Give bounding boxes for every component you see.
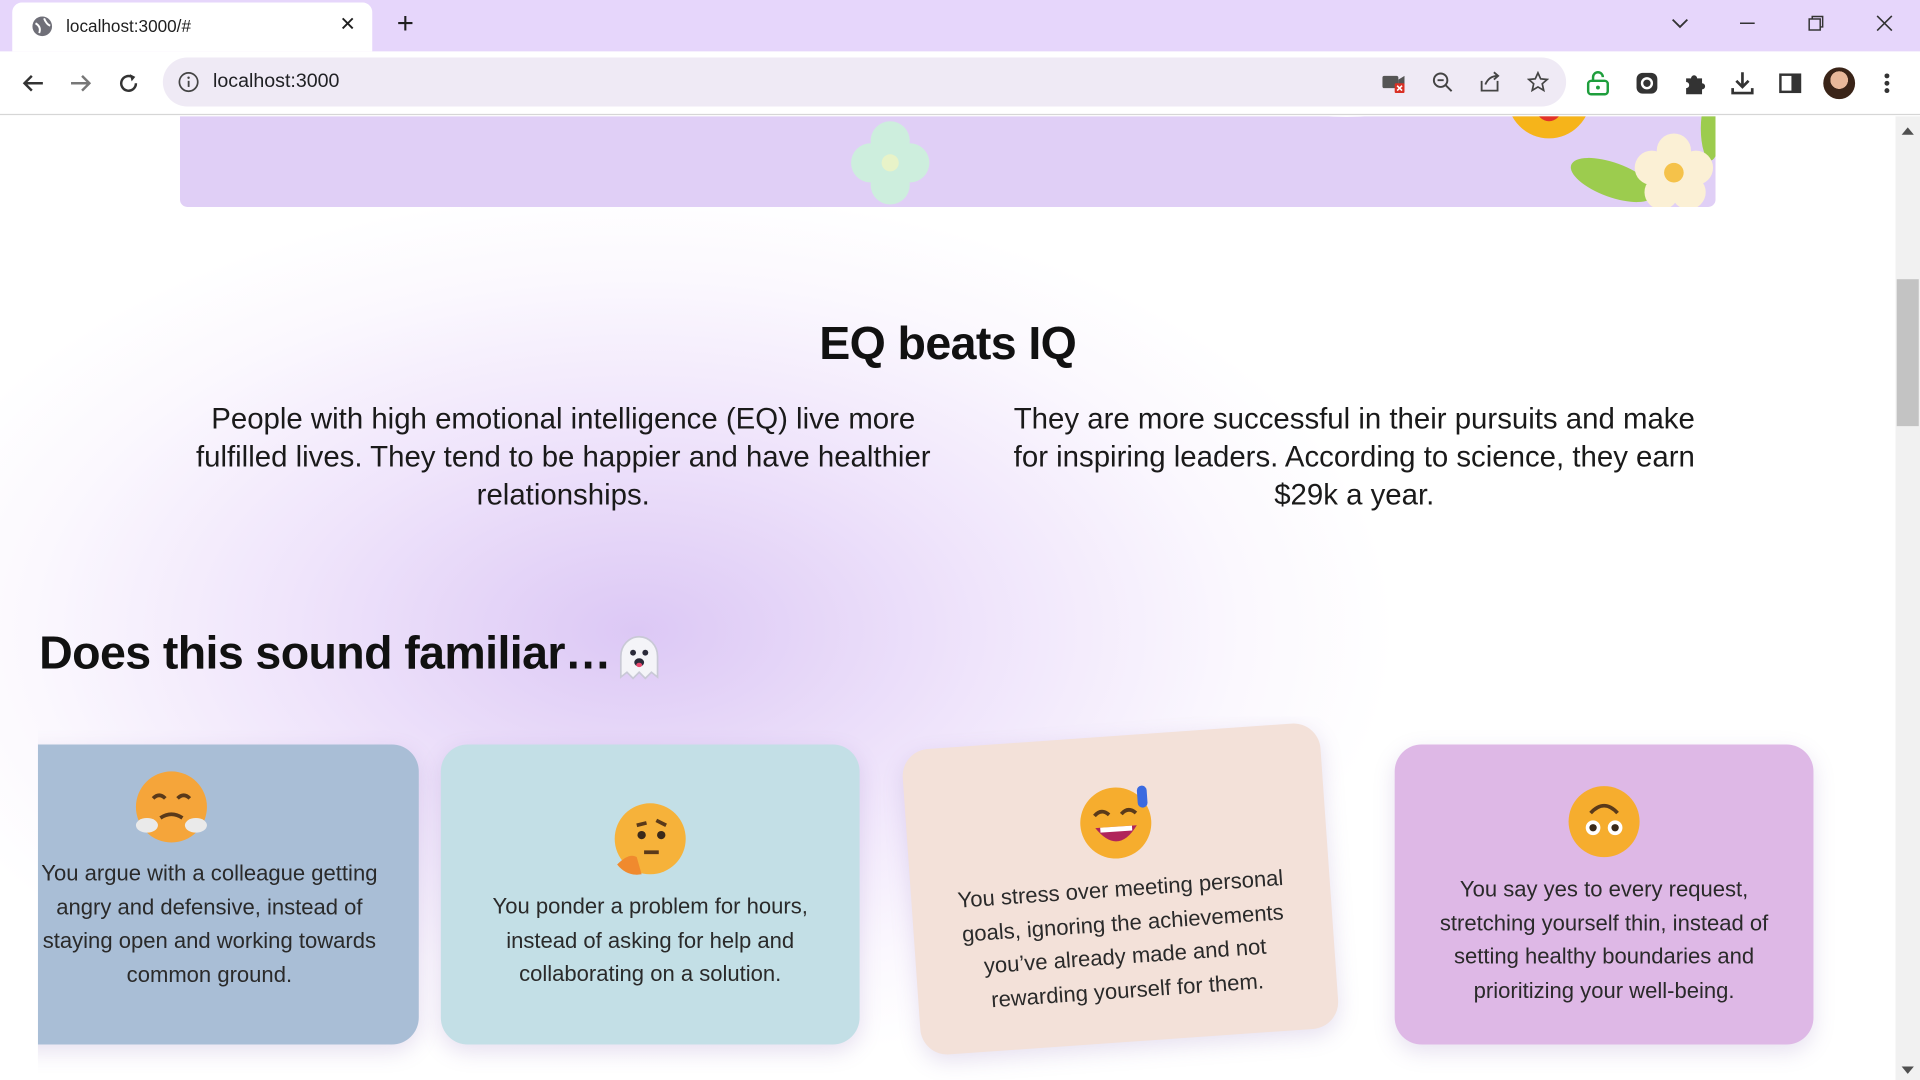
forward-icon[interactable] — [64, 66, 98, 100]
card-text: You ponder a problem for hours, instead … — [492, 893, 808, 986]
reload-icon[interactable] — [111, 66, 145, 100]
scroll-up-icon[interactable] — [1900, 121, 1915, 135]
globe-icon — [32, 16, 53, 37]
flower-icon — [851, 121, 930, 205]
new-tab-button[interactable]: + — [389, 9, 421, 42]
tab-title: localhost:3000/# — [66, 15, 191, 36]
scenario-card[interactable]: You say yes to every request, stretching… — [1394, 744, 1814, 1045]
record-extension-icon[interactable] — [1632, 69, 1661, 98]
back-icon[interactable] — [16, 66, 50, 100]
cards-carousel: You argue with a colleague getting angry… — [37, 716, 1896, 1080]
daisy-icon — [1634, 133, 1714, 207]
scenario-card[interactable]: You stress over meeting personal goals, … — [900, 721, 1340, 1057]
camera-blocked-icon[interactable] — [1381, 70, 1405, 94]
sidepanel-icon[interactable] — [1776, 69, 1805, 98]
scenario-card[interactable]: You argue with a colleague getting angry… — [37, 744, 419, 1045]
download-icon[interactable] — [1728, 69, 1757, 98]
card-text: You say yes to every request, stretching… — [1439, 876, 1769, 1003]
upside-down-face-icon — [1566, 784, 1642, 860]
sweat-smile-face-icon — [1075, 783, 1156, 864]
profile-avatar[interactable] — [1823, 67, 1856, 100]
steaming-face-icon — [133, 769, 209, 845]
tab-search-chevron-icon[interactable] — [1656, 7, 1705, 39]
puzzle-icon[interactable] — [1680, 69, 1709, 98]
familiar-title: Does this sound familiar… — [39, 628, 611, 680]
lock-extension-icon[interactable] — [1583, 69, 1612, 98]
menu-icon[interactable] — [1872, 69, 1901, 98]
star-icon[interactable] — [1526, 70, 1550, 94]
hero-banner — [180, 116, 1716, 207]
browser-toolbar: localhost:3000 — [0, 51, 1920, 116]
card-text: You argue with a colleague getting angry… — [41, 860, 378, 987]
ghost-emoji-icon — [617, 632, 661, 681]
tab-strip: localhost:3000/# ✕ + — [0, 0, 1920, 52]
eq-paragraph-right: They are more successful in their pursui… — [1013, 402, 1695, 512]
scroll-down-icon[interactable] — [1900, 1060, 1915, 1074]
section-title: EQ beats IQ — [819, 318, 1077, 370]
minimize-icon[interactable] — [1723, 7, 1772, 39]
scenario-card[interactable]: You ponder a problem for hours, instead … — [440, 744, 860, 1045]
share-icon[interactable] — [1478, 70, 1502, 94]
address-bar[interactable]: localhost:3000 — [162, 57, 1567, 107]
info-icon[interactable] — [178, 71, 200, 93]
close-window-icon[interactable] — [1860, 7, 1909, 39]
thinking-face-icon — [612, 801, 688, 877]
scrollbar-thumb[interactable] — [1896, 279, 1919, 427]
scrollbar-track[interactable] — [1895, 116, 1920, 1080]
url-text[interactable]: localhost:3000 — [213, 71, 339, 93]
browser-tab[interactable]: localhost:3000/# ✕ — [12, 2, 373, 52]
banner-decoration — [851, 116, 1716, 207]
card-text: You stress over meeting personal goals, … — [956, 865, 1285, 1012]
zoom-out-icon[interactable] — [1430, 70, 1454, 94]
eq-paragraph-left: People with high emotional intelligence … — [195, 402, 931, 512]
page-content: EQ beats IQ People with high emotional i… — [0, 116, 1896, 1080]
tab-close-icon[interactable]: ✕ — [336, 13, 360, 37]
restore-icon[interactable] — [1791, 7, 1840, 39]
emoji-partial-icon — [1512, 116, 1586, 139]
